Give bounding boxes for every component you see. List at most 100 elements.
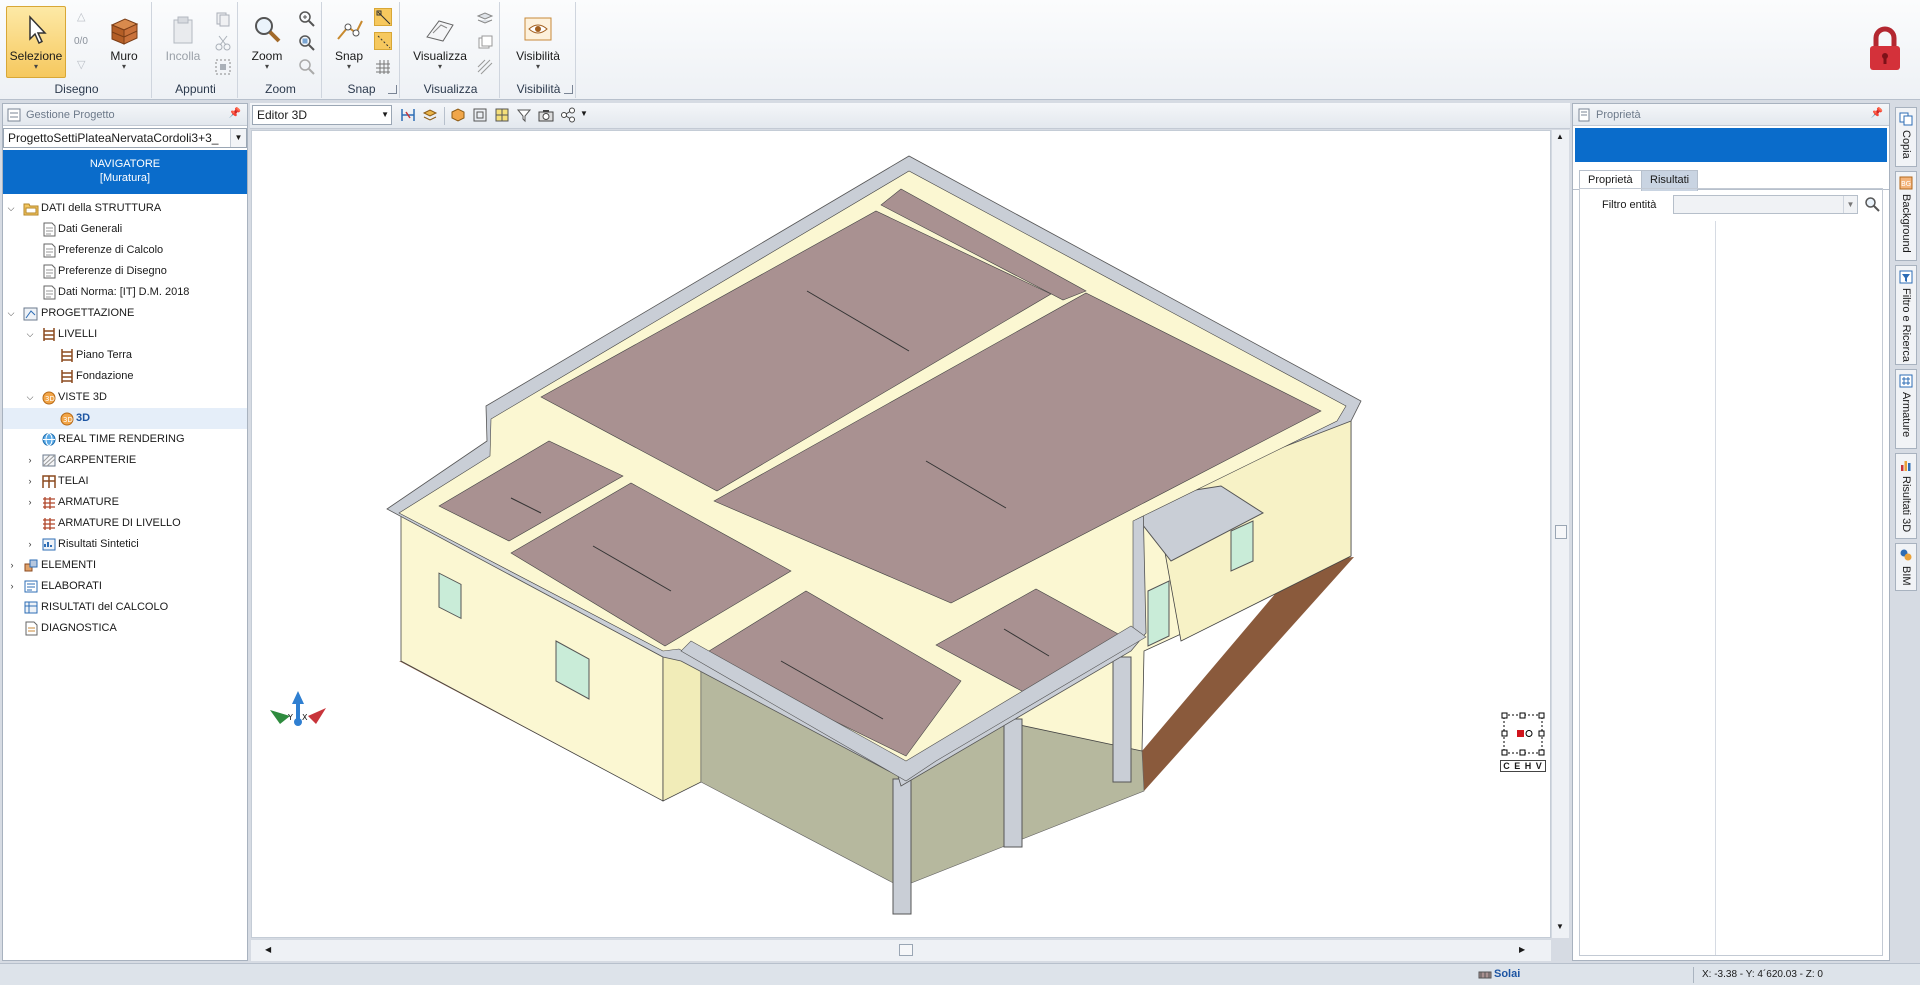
- group-title-appunti: Appunti: [175, 82, 216, 96]
- copy-icon[interactable]: [214, 10, 232, 28]
- status-coordinates: X: -3.38 - Y: 4´620.03 - Z: 0: [1702, 969, 1823, 980]
- cut-icon[interactable]: [214, 34, 232, 52]
- axis-gizmo-icon[interactable]: Y X: [268, 686, 328, 736]
- tree-item-viste3d[interactable]: ⌵ 3D VISTE 3D: [3, 387, 247, 408]
- side-tab-filtro[interactable]: Filtro e Ricerca: [1895, 265, 1917, 365]
- elements-icon: [24, 559, 38, 572]
- tree-item-fondazione[interactable]: Fondazione: [3, 366, 247, 387]
- door: [1147, 580, 1170, 647]
- tree-item-dati-struttura[interactable]: ⌵ DATI della STRUTTURA: [3, 198, 247, 219]
- zoom-extents-icon[interactable]: [298, 58, 316, 76]
- tree-item-piano-terra[interactable]: Piano Terra: [3, 345, 247, 366]
- sheets-icon[interactable]: [476, 34, 494, 52]
- editor-view-select[interactable]: Editor 3D ▼: [252, 105, 392, 125]
- snap-button[interactable]: Snap ▾: [326, 6, 372, 78]
- axis-label-y: Y: [287, 713, 293, 722]
- building-model[interactable]: [252, 131, 1551, 938]
- tree-item-armature-livello[interactable]: ARMATURE DI LIVELLO: [3, 513, 247, 534]
- incolla-button[interactable]: Incolla: [158, 6, 208, 78]
- scroll-down-icon[interactable]: ▼: [1556, 922, 1564, 931]
- chevron-down-icon[interactable]: ▼: [230, 129, 246, 147]
- viewport-horizontal-scrollbar[interactable]: ◀ ▶: [251, 939, 1551, 961]
- view-cube[interactable]: C E H V: [1500, 711, 1546, 772]
- solid-view-icon[interactable]: [450, 107, 466, 123]
- snap-endpoint-icon[interactable]: [374, 8, 392, 26]
- select-region-icon[interactable]: [214, 58, 232, 76]
- expand-toggle-icon[interactable]: ›: [25, 450, 35, 471]
- chevron-down-icon[interactable]: ▼: [1843, 196, 1857, 213]
- section-icon[interactable]: [400, 107, 416, 123]
- hatch-icon[interactable]: [476, 58, 494, 76]
- grid-view-icon[interactable]: [494, 107, 510, 123]
- tree-item-carpenterie[interactable]: › CARPENTERIE: [3, 450, 247, 471]
- side-tab-bim[interactable]: BIM: [1895, 543, 1917, 591]
- project-select[interactable]: ProgettoSettiPlateaNervataCordoli3+3_ ▼: [3, 128, 247, 148]
- wireframe-view-icon[interactable]: [472, 107, 488, 123]
- properties-content: Filtro entità ▼: [1579, 188, 1883, 956]
- zoom-in-icon[interactable]: [298, 10, 316, 28]
- view-cube-letters[interactable]: C E H V: [1500, 760, 1546, 772]
- scroll-up-icon[interactable]: ▲: [1556, 132, 1564, 141]
- scroll-right-icon[interactable]: ▶: [1519, 945, 1525, 954]
- tree-item-3d[interactable]: 3D 3D: [3, 408, 247, 429]
- filter-view-icon[interactable]: [516, 107, 532, 123]
- side-tab-copia[interactable]: Copia: [1895, 107, 1917, 167]
- tree-item-diagnostica[interactable]: DIAGNOSTICA: [3, 618, 247, 639]
- zoom-button[interactable]: Zoom ▾: [242, 6, 292, 78]
- view-cube-icon[interactable]: [1500, 711, 1546, 757]
- share-icon[interactable]: [560, 107, 576, 123]
- expand-toggle-icon[interactable]: ›: [25, 471, 35, 492]
- expand-toggle-icon[interactable]: ⌵: [6, 198, 16, 219]
- expand-toggle-icon[interactable]: ⌵: [25, 387, 35, 408]
- expand-toggle-icon[interactable]: ›: [25, 534, 35, 555]
- side-tab-background[interactable]: BG Background: [1895, 171, 1917, 261]
- tree-item-dati-norma[interactable]: Dati Norma: [IT] D.M. 2018: [3, 282, 247, 303]
- group-disegno: Selezione ▾ △ 0/0 ▽ Muro ▾ Disegno: [2, 2, 152, 98]
- tree-item-progettazione[interactable]: ⌵ PROGETTAZIONE: [3, 303, 247, 324]
- tree-item-pref-disegno[interactable]: Preferenze di Disegno: [3, 261, 247, 282]
- scroll-left-icon[interactable]: ◀: [265, 945, 271, 954]
- expand-toggle-icon[interactable]: ›: [7, 576, 17, 597]
- scroll-thumb[interactable]: [899, 944, 913, 956]
- muro-button[interactable]: Muro ▾: [98, 6, 150, 78]
- pin-icon[interactable]: 📌: [229, 108, 241, 119]
- scroll-thumb[interactable]: [1555, 525, 1567, 539]
- tree-item-telai[interactable]: › TELAI: [3, 471, 247, 492]
- layer-stack-icon[interactable]: [422, 107, 438, 123]
- side-tab-armature[interactable]: Armature: [1895, 369, 1917, 449]
- viewport-vertical-scrollbar[interactable]: ▲ ▼: [1551, 130, 1569, 938]
- pin-icon[interactable]: 📌: [1871, 108, 1883, 119]
- zoom-window-icon[interactable]: [298, 34, 316, 52]
- selezione-button[interactable]: Selezione ▾: [6, 6, 66, 78]
- grid-icon[interactable]: [374, 58, 392, 76]
- layers-icon[interactable]: [476, 10, 494, 28]
- tree-item-dati-generali[interactable]: Dati Generali: [3, 219, 247, 240]
- expand-toggle-icon[interactable]: ⌵: [25, 324, 35, 345]
- side-tab-risultati3d[interactable]: Risultati 3D: [1895, 453, 1917, 539]
- tree-item-elementi[interactable]: › ELEMENTI: [3, 555, 247, 576]
- tree-item-pref-calcolo[interactable]: Preferenze di Calcolo: [3, 240, 247, 261]
- visualizza-button[interactable]: Visualizza ▾: [408, 6, 472, 78]
- redo-icon[interactable]: ▽: [77, 58, 85, 71]
- filter-entity-select[interactable]: ▼: [1673, 195, 1858, 214]
- chevron-down-icon[interactable]: ▼: [381, 106, 389, 124]
- tree-item-risultati-calcolo[interactable]: RISULTATI del CALCOLO: [3, 597, 247, 618]
- tree-item-armature[interactable]: › ARMATURE: [3, 492, 247, 513]
- 3d-viewport[interactable]: Y X C E H V: [251, 130, 1551, 938]
- snap-line-icon[interactable]: [374, 32, 392, 50]
- lock-icon[interactable]: [1866, 24, 1904, 74]
- tree-item-livelli[interactable]: ⌵ LIVELLI: [3, 324, 247, 345]
- chevron-down-icon[interactable]: ▼: [580, 109, 588, 118]
- tree-item-elaborati[interactable]: › ELABORATI: [3, 576, 247, 597]
- tree-item-rendering[interactable]: REAL TIME RENDERING: [3, 429, 247, 450]
- tree-item-risultati-sintetici[interactable]: › Risultati Sintetici: [3, 534, 247, 555]
- visibilita-button[interactable]: Visibilità ▾: [508, 6, 568, 78]
- expand-toggle-icon[interactable]: ⌵: [6, 303, 16, 324]
- camera-icon[interactable]: [538, 107, 554, 123]
- expand-toggle-icon[interactable]: ›: [7, 555, 17, 576]
- globe-icon: [42, 433, 56, 446]
- undo-icon[interactable]: △: [77, 10, 85, 23]
- expand-toggle-icon[interactable]: ›: [25, 492, 35, 513]
- search-icon[interactable]: [1864, 196, 1880, 212]
- chevron-down-icon: ▾: [346, 62, 351, 71]
